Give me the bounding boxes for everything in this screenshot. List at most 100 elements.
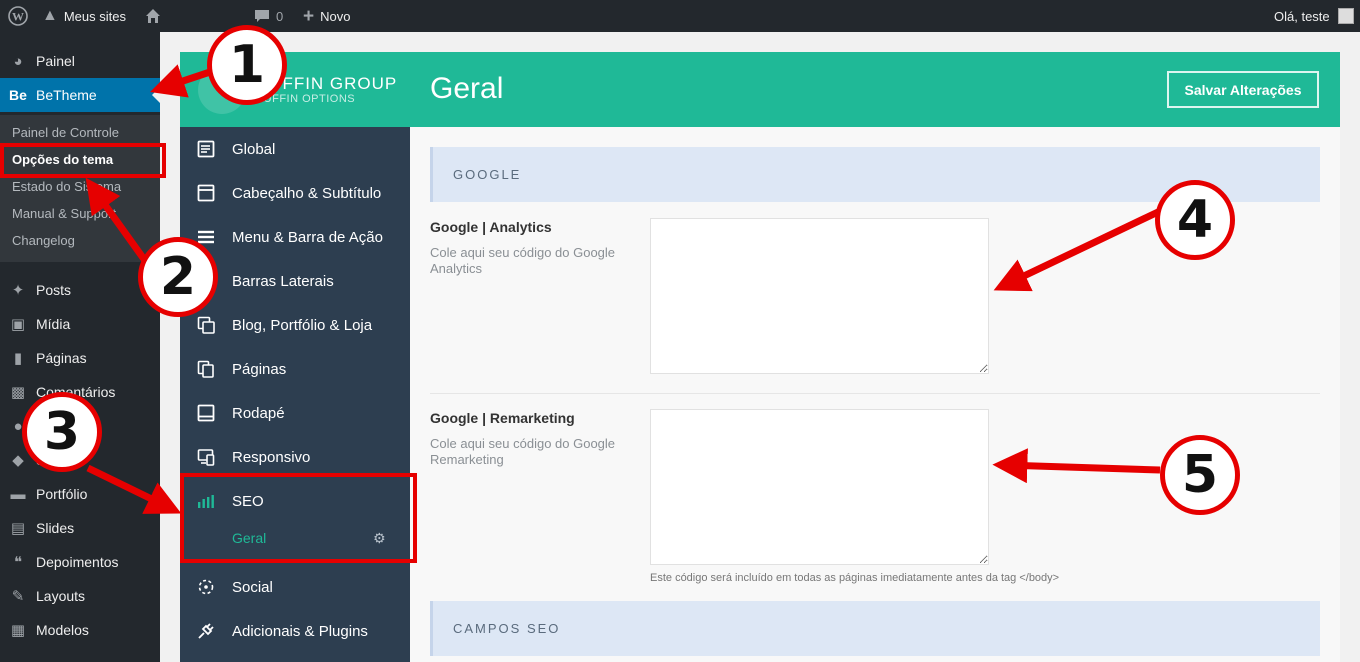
menu-item-paginas[interactable]: ▮ Páginas [0, 341, 160, 375]
options-item-label: Responsivo [232, 448, 311, 466]
slides-icon: ▤ [10, 520, 26, 537]
remarketing-note: Este código será incluído em todas as pá… [650, 572, 1060, 584]
menu-item-comentarios[interactable]: ▩ Comentários [0, 375, 160, 409]
options-item-paginas[interactable]: Páginas [180, 347, 410, 391]
menu-item-painel[interactable]: ◕ Painel [0, 44, 160, 78]
menu-item-label: Layouts [36, 588, 86, 604]
field-divider [430, 393, 1320, 394]
seo-icon [180, 492, 232, 510]
submenu-item-painel-controle[interactable]: Painel de Controle [12, 125, 119, 140]
admin-bar: W ▲ Meus sites 0 + Novo Olá, teste [0, 0, 1360, 32]
options-main-panel: Geral Salvar Alterações GOOGLE Google | … [410, 52, 1340, 662]
wp-admin-menu: ◕ Painel Be BeTheme Painel de Controle O… [0, 32, 160, 662]
menu-item-layouts[interactable]: ✎ Layouts [0, 579, 160, 613]
options-item-label: Menu & Barra de Ação [232, 228, 383, 246]
comment-bubble-icon [255, 10, 269, 22]
menu-item-clientes[interactable]: ● Clientes [0, 409, 160, 443]
section-header-google: GOOGLE [430, 147, 1320, 202]
menu-item-label: Depoimentos [36, 554, 119, 570]
muffin-options-sidebar: MUFFIN GROUP MUFFIN OPTIONS Global Cabeç… [180, 52, 410, 662]
comments-menu[interactable]: 0 [254, 0, 283, 32]
gear-icon: ⚙ [373, 530, 386, 546]
logo-subtitle: MUFFIN OPTIONS [254, 93, 356, 105]
pages-icon: ▮ [13, 350, 23, 367]
menu-item-label: Service [36, 452, 83, 468]
my-sites-menu[interactable]: ▲ Meus sites [42, 0, 126, 32]
menu-item-label: Páginas [36, 350, 87, 366]
menu-item-depoimentos[interactable]: ❝ Depoimentos [0, 545, 160, 579]
options-item-seo[interactable]: SEO [180, 479, 410, 523]
menu-item-label: Comentários [36, 384, 116, 400]
betheme-submenu: Painel de Controle Opções do tema Estado… [0, 115, 160, 262]
dashboard-icon: ◕ [13, 52, 23, 70]
menu-item-label: Portfólio [36, 486, 88, 502]
menu-icon [180, 228, 232, 246]
menu-item-midia[interactable]: ▣ Mídia [0, 307, 160, 341]
menu-item-slides[interactable]: ▤ Slides [0, 511, 160, 545]
pages-icon [180, 360, 232, 378]
submenu-item-manual-support[interactable]: Manual & Support [12, 206, 116, 221]
responsive-icon [180, 448, 232, 466]
betheme-icon: Be [9, 87, 27, 103]
new-content-menu[interactable]: + Novo [303, 0, 350, 32]
options-item-rodape[interactable]: Rodapé [180, 391, 410, 435]
new-label: Novo [320, 8, 351, 24]
section-header-campos-seo: CAMPOS SEO [430, 601, 1320, 656]
layouts-icon: ✎ [11, 588, 25, 605]
save-button[interactable]: Salvar Alterações [1167, 71, 1319, 108]
options-item-blog[interactable]: Blog, Portfólio & Loja [180, 303, 410, 347]
options-item-label: Cabeçalho & Subtítulo [232, 184, 382, 202]
options-item-responsivo[interactable]: Responsivo [180, 435, 410, 479]
menu-item-label: Mídia [36, 316, 71, 332]
options-item-label: Social [232, 578, 273, 596]
menu-item-portfolio[interactable]: ▬ Portfólio [0, 477, 160, 511]
page-title: Geral [430, 72, 504, 105]
submenu-item-estado-sistema[interactable]: Estado do Sistema [12, 179, 121, 194]
menu-item-posts[interactable]: ✦ Posts [0, 273, 160, 307]
options-item-cabecalho[interactable]: Cabeçalho & Subtítulo [180, 171, 410, 215]
header-icon [180, 184, 232, 202]
remarketing-textarea[interactable] [650, 409, 989, 565]
testimonials-icon: ❝ [13, 554, 23, 571]
user-menu[interactable]: Olá, teste [1274, 0, 1354, 32]
menu-item-label: Slides [36, 520, 75, 536]
footer-icon [180, 404, 232, 422]
submenu-item-opcoes-tema[interactable]: Opções do tema [12, 152, 113, 167]
muffin-logo: MUFFIN GROUP MUFFIN OPTIONS [180, 52, 410, 127]
menu-item-label: Posts [36, 282, 72, 298]
options-item-menu[interactable]: Menu & Barra de Ação [180, 215, 410, 259]
service-icon: ◆ [12, 452, 24, 469]
options-subitem-geral[interactable]: Geral [232, 530, 266, 546]
current-arrow [152, 87, 160, 103]
comments-icon: ▩ [10, 384, 26, 401]
options-item-label: Blog, Portfólio & Loja [232, 316, 373, 334]
social-icon [180, 578, 232, 596]
avatar [1337, 8, 1354, 24]
options-item-label: SEO [232, 492, 264, 510]
clients-icon: ● [13, 417, 23, 435]
pin-icon: ✦ [11, 282, 25, 299]
menu-item-betheme[interactable]: Be BeTheme [0, 78, 160, 112]
menu-item-modelos[interactable]: ▦ Modelos [0, 613, 160, 647]
options-item-plugins[interactable]: Adicionais & Plugins [180, 609, 410, 653]
media-icon: ▣ [10, 316, 26, 333]
menu-item-label: Painel [36, 53, 75, 69]
portfolio-icon: ▬ [10, 485, 26, 503]
options-item-social[interactable]: Social [180, 565, 410, 609]
menu-item-service[interactable]: ◆ Service [0, 443, 160, 477]
plus-icon: + [303, 5, 315, 27]
wordpress-logo-icon[interactable]: W [8, 0, 28, 32]
options-item-global[interactable]: Global [180, 127, 410, 171]
analytics-textarea[interactable] [650, 218, 989, 374]
my-sites-icon: ▲ [42, 7, 58, 24]
comments-count: 0 [276, 8, 284, 24]
options-item-barras-laterais[interactable]: Barras Laterais [180, 259, 410, 303]
options-item-label: Global [232, 140, 276, 158]
options-item-label: Rodapé [232, 404, 285, 422]
menu-item-label: Clientes [36, 418, 87, 434]
options-item-label: Barras Laterais [232, 272, 334, 290]
options-item-label: Páginas [232, 360, 287, 378]
home-icon[interactable] [145, 0, 161, 32]
blog-icon [180, 316, 232, 334]
submenu-item-changelog[interactable]: Changelog [12, 233, 75, 248]
